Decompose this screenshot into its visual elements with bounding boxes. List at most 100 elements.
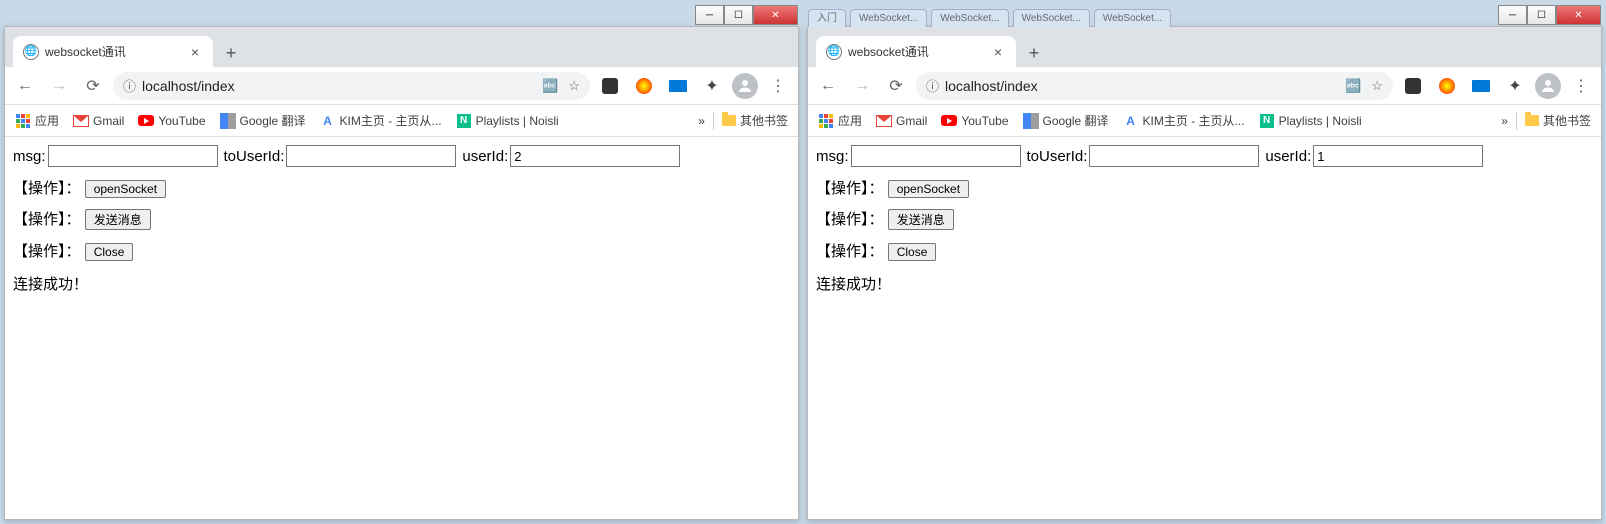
star-icon[interactable]: ☆: [568, 78, 580, 94]
open-socket-button[interactable]: openSocket: [888, 180, 969, 198]
close-button[interactable]: Close: [888, 243, 937, 261]
bookmark-kim[interactable]: A KIM主页 - 主页从...: [320, 112, 442, 129]
input-row: msg: toUserId: userId:: [816, 145, 1593, 167]
minimize-button[interactable]: ─: [695, 5, 724, 25]
bookmark-noisli[interactable]: N Playlists | Noisli: [1259, 113, 1362, 129]
bookmark-gtranslate[interactable]: Google 翻译: [1023, 112, 1109, 129]
minimize-button[interactable]: ─: [1498, 5, 1527, 25]
open-socket-button[interactable]: openSocket: [85, 180, 166, 198]
bookmark-label: Gmail: [896, 114, 927, 128]
bookmark-label: Google 翻译: [240, 112, 306, 129]
close-tab-icon[interactable]: ×: [187, 44, 203, 60]
reload-button[interactable]: ⟳: [882, 72, 910, 100]
bookmark-label: KIM主页 - 主页从...: [340, 112, 442, 129]
translate-icon: [220, 113, 236, 129]
op-label: 【操作】：: [816, 180, 884, 197]
touserid-label: toUserId:: [224, 148, 285, 165]
bookmark-apps[interactable]: 应用: [15, 112, 59, 129]
maximize-button[interactable]: ☐: [724, 5, 753, 25]
folder-icon: [722, 115, 736, 126]
bookmark-label: KIM主页 - 主页从...: [1143, 112, 1245, 129]
extensions-puzzle-icon[interactable]: ✦: [1501, 72, 1529, 100]
translate-icon[interactable]: 🔤: [1345, 78, 1361, 94]
browser-tab[interactable]: 🌐 websocket通讯 ×: [13, 36, 213, 67]
bookmark-apps[interactable]: 应用: [818, 112, 862, 129]
extensions-puzzle-icon[interactable]: ✦: [698, 72, 726, 100]
bookmark-label: 应用: [838, 112, 862, 129]
extension-icon[interactable]: [1433, 72, 1461, 100]
userid-input[interactable]: [1313, 145, 1483, 167]
operation-row: 【操作】： 发送消息: [816, 208, 1593, 230]
touserid-input[interactable]: [1089, 145, 1259, 167]
browser-window-left: ─ ☐ ✕ 🌐 websocket通讯 × + ← → ⟳ ⓘ localhos…: [4, 26, 799, 520]
window-controls: ─ ☐ ✕: [1498, 5, 1601, 25]
forward-button[interactable]: →: [848, 72, 876, 100]
bookmark-gmail[interactable]: Gmail: [73, 113, 124, 129]
bookmark-youtube[interactable]: YouTube: [941, 113, 1008, 129]
address-bar[interactable]: ⓘ localhost/index 🔤 ☆: [113, 72, 590, 100]
bookmark-label: YouTube: [961, 114, 1008, 128]
operation-row: 【操作】： 发送消息: [13, 208, 790, 230]
bookmark-label: Gmail: [93, 114, 124, 128]
bookmark-gtranslate[interactable]: Google 翻译: [220, 112, 306, 129]
ghost-tab[interactable]: WebSocket...: [931, 9, 1008, 27]
extension-icon[interactable]: [596, 72, 624, 100]
op-label: 【操作】：: [816, 243, 884, 260]
bookmark-gmail[interactable]: Gmail: [876, 113, 927, 129]
browser-tab[interactable]: 🌐 websocket通讯 ×: [816, 36, 1016, 67]
bookmark-other[interactable]: 其他书签: [722, 112, 788, 129]
bookmark-noisli[interactable]: N Playlists | Noisli: [456, 113, 559, 129]
maximize-button[interactable]: ☐: [1527, 5, 1556, 25]
forward-button[interactable]: →: [45, 72, 73, 100]
close-button[interactable]: Close: [85, 243, 134, 261]
msg-input[interactable]: [48, 145, 218, 167]
profile-avatar[interactable]: [732, 73, 758, 99]
page-content: msg: toUserId: userId: 【操作】： openSocket …: [5, 137, 798, 519]
star-icon[interactable]: ☆: [1371, 78, 1383, 94]
extension-icon[interactable]: [664, 72, 692, 100]
close-window-button[interactable]: ✕: [753, 5, 798, 25]
bookmark-overflow[interactable]: »: [1501, 114, 1508, 128]
touserid-input[interactable]: [286, 145, 456, 167]
send-button[interactable]: 发送消息: [888, 209, 954, 230]
bookmark-label: Google 翻译: [1043, 112, 1109, 129]
tab-title: websocket通讯: [848, 43, 929, 60]
bookmark-youtube[interactable]: YouTube: [138, 113, 205, 129]
menu-button[interactable]: ⋮: [1567, 72, 1595, 100]
window-controls: ─ ☐ ✕: [695, 5, 798, 25]
bookmark-label: Playlists | Noisli: [476, 114, 559, 128]
bookmark-overflow[interactable]: »: [698, 114, 705, 128]
menu-button[interactable]: ⋮: [764, 72, 792, 100]
new-tab-button[interactable]: +: [1020, 39, 1048, 67]
extension-icon[interactable]: [630, 72, 658, 100]
op-label: 【操作】：: [13, 180, 81, 197]
globe-icon: 🌐: [23, 44, 39, 60]
extension-icon[interactable]: [1399, 72, 1427, 100]
extension-icon[interactable]: [1467, 72, 1495, 100]
toolbar: ← → ⟳ ⓘ localhost/index 🔤 ☆ ✦ ⋮: [5, 67, 798, 105]
ghost-tab[interactable]: WebSocket...: [850, 9, 927, 27]
operation-row: 【操作】： Close: [816, 240, 1593, 261]
translate-icon[interactable]: 🔤: [542, 78, 558, 94]
bookmark-label: Playlists | Noisli: [1279, 114, 1362, 128]
ghost-tab[interactable]: 入门: [808, 9, 846, 27]
back-button[interactable]: ←: [11, 72, 39, 100]
bookmark-label: YouTube: [158, 114, 205, 128]
ghost-tab[interactable]: WebSocket...: [1094, 9, 1171, 27]
bookmarks-bar: 应用 Gmail YouTube Google 翻译 A KIM主页 - 主页从…: [5, 105, 798, 137]
address-bar[interactable]: ⓘ localhost/index 🔤 ☆: [916, 72, 1393, 100]
profile-avatar[interactable]: [1535, 73, 1561, 99]
bookmark-other[interactable]: 其他书签: [1525, 112, 1591, 129]
background-window-tabs: 入门 WebSocket... WebSocket... WebSocket..…: [808, 5, 1471, 27]
userid-input[interactable]: [510, 145, 680, 167]
bookmark-kim[interactable]: A KIM主页 - 主页从...: [1123, 112, 1245, 129]
close-tab-icon[interactable]: ×: [990, 44, 1006, 60]
kim-icon: A: [1123, 113, 1139, 129]
send-button[interactable]: 发送消息: [85, 209, 151, 230]
new-tab-button[interactable]: +: [217, 39, 245, 67]
ghost-tab[interactable]: WebSocket...: [1013, 9, 1090, 27]
close-window-button[interactable]: ✕: [1556, 5, 1601, 25]
msg-input[interactable]: [851, 145, 1021, 167]
reload-button[interactable]: ⟳: [79, 72, 107, 100]
back-button[interactable]: ←: [814, 72, 842, 100]
